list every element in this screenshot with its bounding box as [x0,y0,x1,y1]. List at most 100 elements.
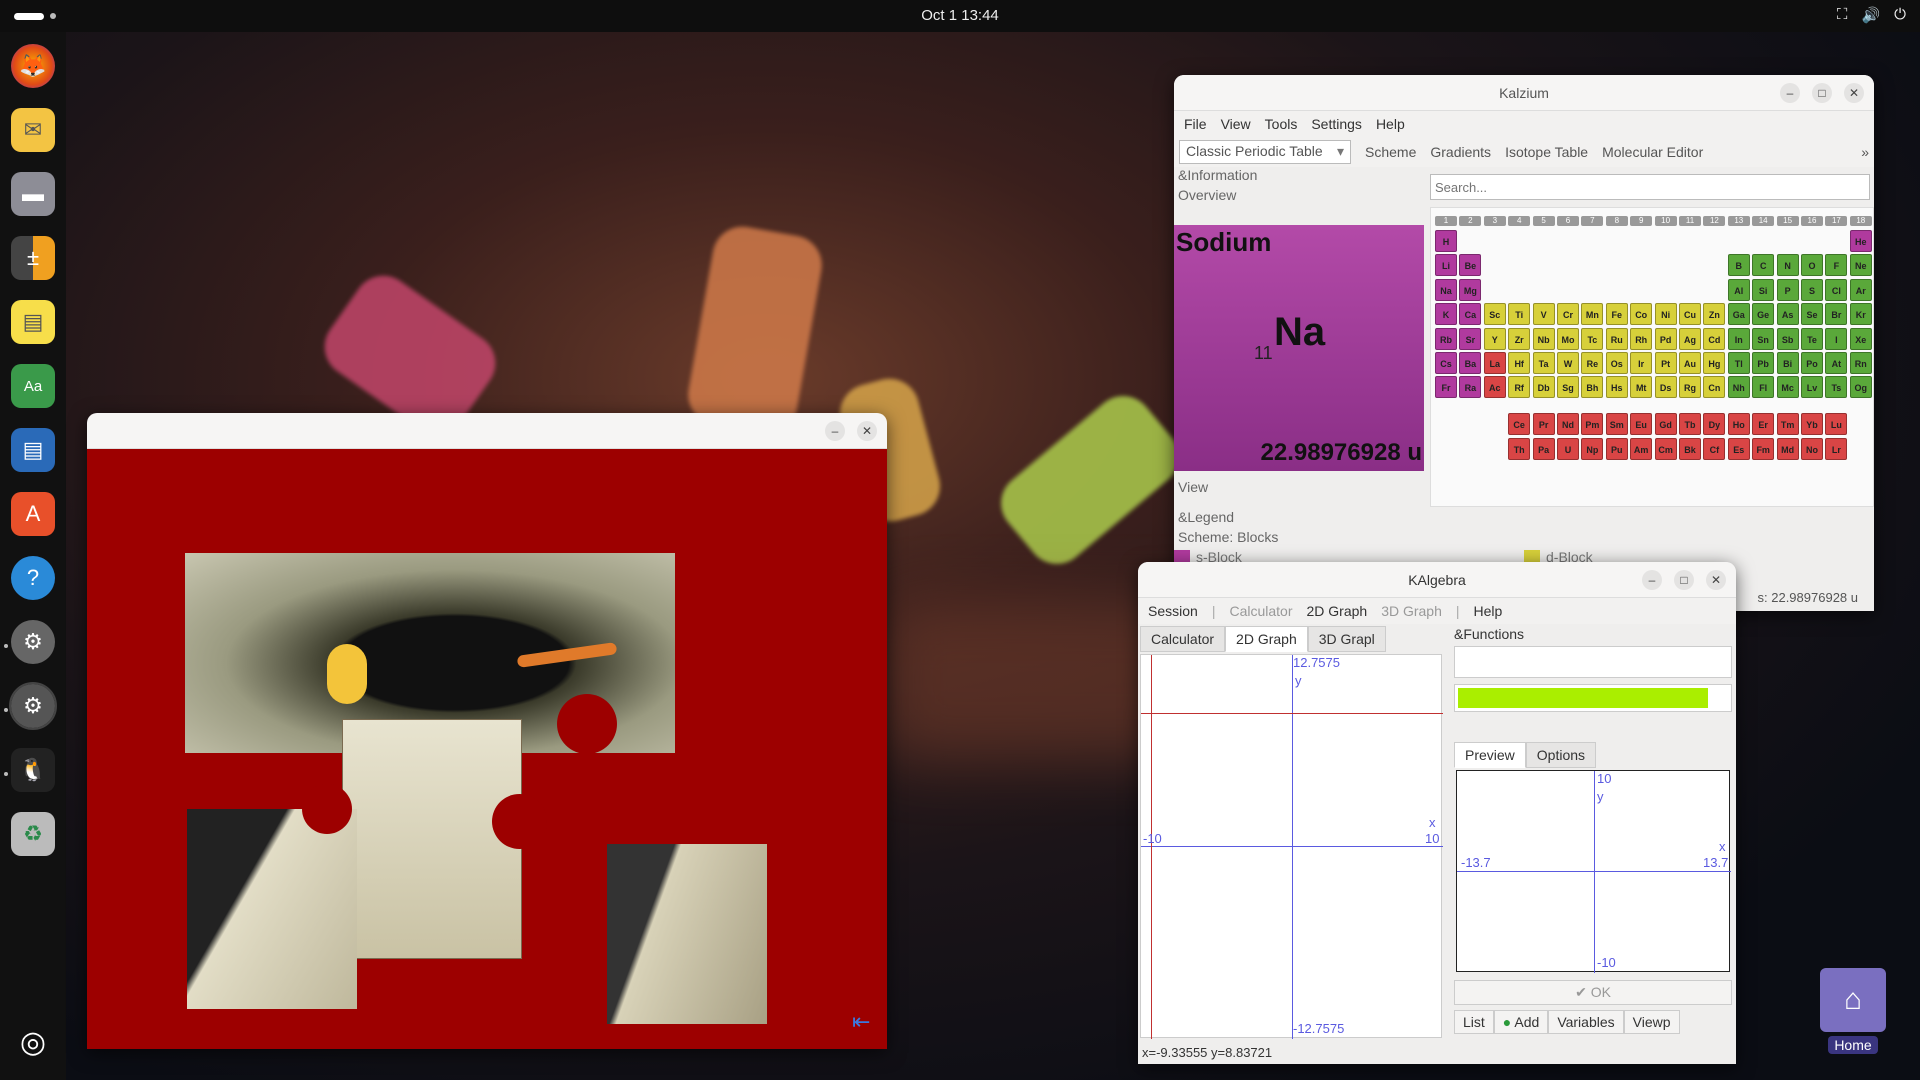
element-cell[interactable]: Br [1825,303,1848,326]
ok-button[interactable]: ✔ OK [1454,980,1732,1005]
dictionary-icon[interactable]: Aa [11,364,55,408]
tab-viewport[interactable]: Viewp [1623,1010,1680,1034]
element-cell[interactable]: Pu [1605,437,1628,460]
element-cell[interactable]: K [1435,303,1457,326]
element-cell[interactable]: Ru [1605,327,1628,350]
menu-tools[interactable]: Tools [1265,116,1298,132]
kalzium-titlebar[interactable]: Kalzium – □ ✕ [1174,75,1874,111]
preview-canvas[interactable]: 10 y -13.7 x 13.7 -10 [1456,770,1731,973]
element-cell[interactable]: Lr [1825,437,1848,460]
penguin-app-icon[interactable]: 🐧 [11,748,55,792]
element-cell[interactable]: Pt [1654,352,1677,374]
puzzle-titlebar[interactable]: – ✕ [87,413,887,449]
element-cell[interactable]: Bh [1581,376,1604,399]
calculator-icon[interactable]: ± [11,236,55,280]
exit-door-icon[interactable]: ⇤ [852,1009,882,1039]
power-icon[interactable]: ⏻ [1894,6,1906,24]
element-cell[interactable]: Xe [1849,327,1872,350]
volume-icon[interactable]: 🔊 [1861,6,1880,24]
tab-3d-graph[interactable]: 3D Grapl [1307,626,1386,652]
table-select[interactable]: Classic Periodic Table [1179,140,1351,164]
element-cell[interactable]: Cr [1557,303,1579,326]
element-cell[interactable]: Ta [1532,352,1555,374]
element-cell[interactable]: Eu [1630,413,1653,436]
element-cell[interactable]: Cf [1703,437,1726,460]
toolbar-overflow-button[interactable]: » [1861,144,1869,160]
molecular-editor-button[interactable]: Molecular Editor [1602,144,1703,160]
element-cell[interactable]: Rf [1508,376,1531,399]
minimize-button[interactable]: – [825,421,845,441]
element-cell[interactable]: Lv [1801,376,1823,399]
element-cell[interactable]: Ca [1459,303,1482,326]
element-cell[interactable]: Tc [1581,327,1604,350]
element-cell[interactable]: Tl [1727,352,1750,374]
element-cell[interactable]: Ti [1508,303,1531,326]
element-cell[interactable]: Pd [1654,327,1677,350]
element-cell[interactable]: V [1532,303,1555,326]
element-cell[interactable]: Sg [1557,376,1579,399]
element-cell[interactable]: Am [1630,437,1653,460]
element-cell[interactable]: Gd [1654,413,1677,436]
firefox-icon[interactable]: 🦊 [11,44,55,88]
element-cell[interactable]: Fe [1605,303,1628,326]
element-cell[interactable]: Zn [1703,303,1726,326]
element-cell[interactable]: Ts [1825,376,1848,399]
element-cell[interactable]: B [1727,254,1750,277]
element-cell[interactable]: Ga [1727,303,1750,326]
element-cell[interactable]: Pr [1532,413,1555,436]
puzzle-piece[interactable] [342,719,522,959]
element-cell[interactable]: Mc [1776,376,1799,399]
element-cell[interactable]: N [1776,254,1799,277]
element-cell[interactable]: Si [1752,278,1775,301]
element-cell[interactable]: Se [1801,303,1823,326]
element-cell[interactable]: Fr [1435,376,1457,399]
menu-calculator[interactable]: Calculator [1229,603,1292,619]
element-cell[interactable]: La [1483,352,1506,374]
menu-help[interactable]: Help [1376,116,1405,132]
element-cell[interactable]: F [1825,254,1848,277]
tab-options[interactable]: Options [1525,742,1597,768]
ubuntu-icon[interactable]: ◎ [11,1020,55,1064]
element-cell[interactable]: Mn [1581,303,1604,326]
tab-list[interactable]: List [1454,1010,1494,1034]
close-button[interactable]: ✕ [1706,570,1726,590]
element-cell[interactable]: Ir [1630,352,1653,374]
files-icon[interactable]: ▬ [11,172,55,216]
element-cell[interactable]: Ba [1459,352,1482,374]
element-cell[interactable]: Nd [1557,413,1579,436]
tab-2d-graph[interactable]: 2D Graph [1225,626,1308,652]
element-cell[interactable]: Au [1679,352,1701,374]
element-cell[interactable]: Nb [1532,327,1555,350]
element-cell[interactable]: P [1776,278,1799,301]
element-cell[interactable]: No [1801,437,1823,460]
home-folder[interactable]: ⌂ Home [1818,968,1888,1054]
menu-file[interactable]: File [1184,116,1207,132]
minimize-button[interactable]: – [1642,570,1662,590]
element-cell[interactable]: Mt [1630,376,1653,399]
maximize-button[interactable]: □ [1674,570,1694,590]
element-cell[interactable]: Li [1435,254,1457,277]
element-cell[interactable]: Bk [1679,437,1701,460]
tab-preview[interactable]: Preview [1454,742,1526,768]
element-cell[interactable]: O [1801,254,1823,277]
appcenter-icon[interactable]: A [11,492,55,536]
periodic-table[interactable]: 1 2 3 4 5 6 7 8 9 10 11 12 13 14 15 16 17 18 H He Li Be B C N O F N… [1430,207,1874,507]
menu-settings[interactable]: Settings [1311,116,1362,132]
tab-calculator[interactable]: Calculator [1140,626,1226,652]
element-cell[interactable]: He [1849,230,1872,252]
element-cell[interactable]: Y [1483,327,1506,350]
element-cell[interactable]: Yb [1801,413,1823,436]
element-cell[interactable]: Sn [1752,327,1775,350]
element-cell[interactable]: As [1776,303,1799,326]
function-input[interactable] [1454,646,1732,678]
element-cell[interactable]: Pm [1581,413,1604,436]
element-cell[interactable]: Cs [1435,352,1457,374]
element-cell[interactable]: W [1557,352,1579,374]
element-cell[interactable]: Tm [1776,413,1799,436]
element-cell[interactable]: Fm [1752,437,1775,460]
element-cell[interactable]: Cl [1825,278,1848,301]
element-cell[interactable]: Nh [1727,376,1750,399]
notes-icon[interactable]: ▤ [11,300,55,344]
settings-icon[interactable]: ⚙ [11,620,55,664]
element-cell[interactable]: Cd [1703,327,1726,350]
